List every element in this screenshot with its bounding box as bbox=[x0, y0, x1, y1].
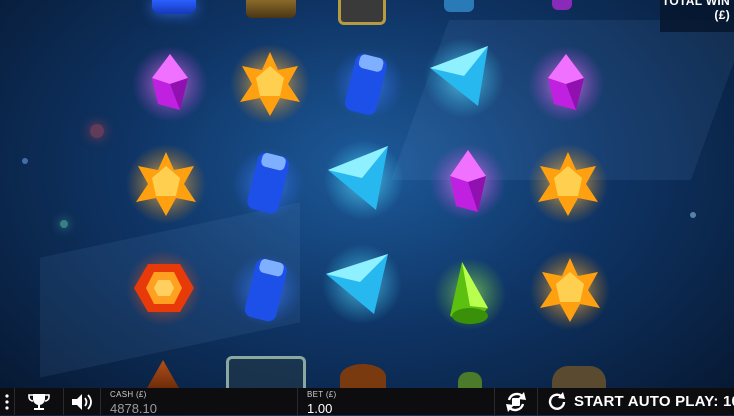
menu-button[interactable] bbox=[0, 388, 15, 415]
sound-button[interactable] bbox=[64, 388, 101, 415]
partial-cyan-gem-top bbox=[444, 0, 474, 12]
red-hexagon-gem bbox=[124, 248, 204, 328]
slot-reels bbox=[0, 0, 734, 393]
orange-star-gem bbox=[530, 250, 610, 330]
orange-star-gem bbox=[126, 144, 206, 224]
partial-purple-gem-top bbox=[552, 0, 572, 10]
autoplay-icon bbox=[548, 391, 566, 410]
green-cone-gem bbox=[430, 254, 510, 334]
partial-orange-gem-bottom bbox=[340, 364, 386, 390]
blue-bar-gem bbox=[228, 144, 308, 224]
partial-bonus-symbol-top bbox=[338, 0, 386, 25]
cash-value: 4878.10 bbox=[110, 401, 157, 416]
trophy-icon bbox=[28, 393, 50, 410]
partial-brown-gem-bottom bbox=[552, 366, 606, 390]
partial-blue-gem-top bbox=[152, 0, 196, 14]
purple-crystal-gem bbox=[526, 44, 606, 124]
purple-crystal-gem bbox=[130, 44, 210, 124]
blue-bar-gem bbox=[328, 44, 408, 124]
partial-red-gem-bottom bbox=[146, 360, 180, 390]
spin-button[interactable] bbox=[495, 388, 538, 415]
orange-star-gem bbox=[230, 44, 310, 124]
speaker-icon bbox=[72, 393, 92, 410]
partial-gold-gem-top bbox=[246, 0, 296, 18]
spin-arrows-icon bbox=[506, 391, 526, 412]
purple-crystal-gem bbox=[428, 142, 508, 222]
blue-bar-gem bbox=[226, 250, 306, 330]
bet-value: 1.00 bbox=[307, 401, 333, 416]
total-win-text: TOTAL WIN (£) bbox=[661, 0, 730, 22]
paytable-button[interactable] bbox=[15, 388, 64, 415]
cyan-triangle-gem bbox=[324, 140, 404, 220]
bet-display[interactable]: BET (£) 1.00 bbox=[298, 388, 495, 416]
total-win-label: TOTAL WIN (£) bbox=[660, 0, 734, 32]
menu-dots-icon bbox=[5, 393, 9, 410]
autoplay-label: START AUTO PLAY: 100 bbox=[574, 393, 734, 410]
cyan-triangle-gem bbox=[322, 244, 402, 324]
cash-label: CASH (£) bbox=[110, 390, 147, 399]
bottom-bar: CASH (£) 4878.10 BET (£) 1.00 START AUTO… bbox=[0, 388, 734, 416]
cyan-triangle-gem bbox=[424, 38, 504, 118]
orange-star-gem bbox=[528, 144, 608, 224]
bet-label: BET (£) bbox=[307, 390, 337, 399]
start-autoplay-button[interactable]: START AUTO PLAY: 100 bbox=[538, 388, 734, 415]
cash-display: CASH (£) 4878.10 bbox=[101, 388, 298, 416]
